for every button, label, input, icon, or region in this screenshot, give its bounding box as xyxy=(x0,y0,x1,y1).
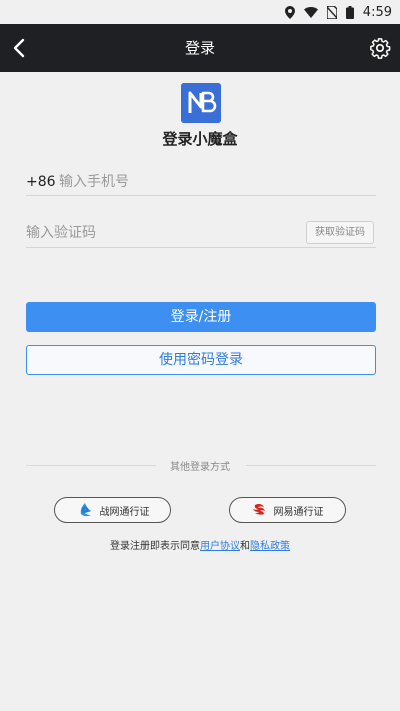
status-time: 4:59 xyxy=(362,4,392,20)
divider-right xyxy=(246,465,376,466)
app-bar: 登录 xyxy=(0,24,400,72)
battlenet-label: 战网通行证 xyxy=(99,506,150,518)
battlenet-icon xyxy=(76,502,94,518)
app-logo xyxy=(181,83,221,123)
country-code[interactable]: +86 xyxy=(26,174,59,190)
phone-input[interactable] xyxy=(59,169,376,194)
get-code-button[interactable]: 获取验证码 xyxy=(306,221,374,244)
agreement-text: 登录注册即表示同意用户协议和隐私政策 xyxy=(0,537,400,552)
agreement-and: 和 xyxy=(240,541,250,552)
battery-icon xyxy=(345,5,354,19)
wifi-icon xyxy=(303,6,318,18)
no-sim-icon xyxy=(326,5,337,19)
location-icon xyxy=(284,5,295,19)
brand-title: 登录小魔盒 xyxy=(162,130,238,148)
user-agreement-link[interactable]: 用户协议 xyxy=(200,541,240,552)
netease-label: 网易通行证 xyxy=(273,506,324,518)
gear-icon[interactable] xyxy=(369,37,391,59)
netease-icon xyxy=(252,502,268,518)
battlenet-login-button[interactable]: 战网通行证 xyxy=(54,497,171,523)
agreement-prefix: 登录注册即表示同意 xyxy=(110,541,200,552)
privacy-policy-link[interactable]: 隐私政策 xyxy=(250,541,290,552)
status-bar: 4:59 xyxy=(0,0,400,24)
code-row: 获取验证码 xyxy=(26,218,376,248)
netease-login-button[interactable]: 网易通行证 xyxy=(229,497,346,523)
login-register-button[interactable]: 登录/注册 xyxy=(26,302,376,332)
password-login-button[interactable]: 使用密码登录 xyxy=(26,345,376,375)
phone-row: +86 xyxy=(26,168,376,196)
page-title: 登录 xyxy=(184,39,215,57)
